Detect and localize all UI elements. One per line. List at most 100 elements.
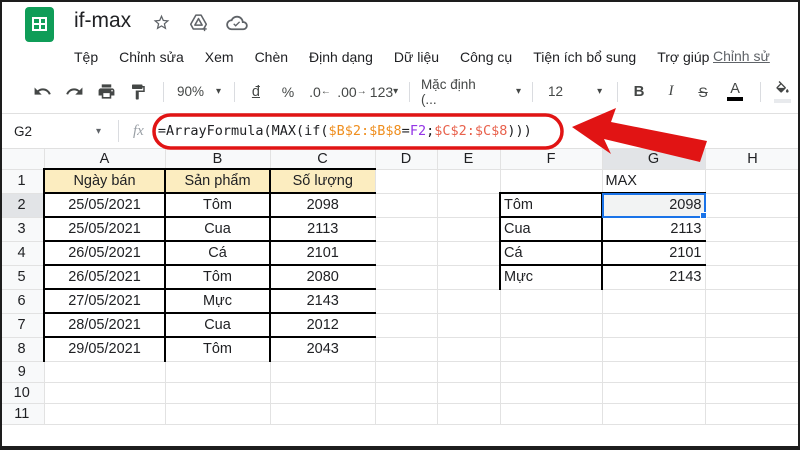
print-button[interactable] <box>92 78 120 106</box>
cell-H7[interactable] <box>705 313 800 338</box>
cell-G5[interactable]: 2143 <box>601 264 706 290</box>
cell-E8[interactable] <box>437 337 501 362</box>
cell-C6[interactable]: 2143 <box>269 288 376 314</box>
cell-H8[interactable] <box>705 337 800 362</box>
add-drive-shortcut-icon[interactable] <box>188 13 209 32</box>
col-header-C[interactable]: C <box>270 149 376 170</box>
cell-H11[interactable] <box>705 403 800 425</box>
col-header-D[interactable]: D <box>375 149 438 170</box>
cell-D4[interactable] <box>375 241 438 266</box>
decrease-decimal-button[interactable]: .0 ← <box>306 78 334 106</box>
col-header-A[interactable]: A <box>44 149 166 170</box>
cell-D1[interactable] <box>375 169 438 194</box>
cell-H1[interactable] <box>705 169 800 194</box>
row-header-1[interactable]: 1 <box>0 169 45 194</box>
row-header-7[interactable]: 7 <box>0 313 45 338</box>
cell-C4[interactable]: 2101 <box>269 240 376 266</box>
formula-input[interactable]: =ArrayFormula(MAX(if($B$2:$B$8=F2;$C$2:$… <box>158 123 532 139</box>
document-title[interactable]: if-max <box>74 9 131 33</box>
cell-G7[interactable] <box>602 313 706 338</box>
cell-H5[interactable] <box>705 265 800 290</box>
menu-tep[interactable]: Tệp <box>74 49 98 65</box>
cell-A9[interactable] <box>44 361 166 383</box>
col-header-B[interactable]: B <box>165 149 271 170</box>
last-edit-link[interactable]: Chỉnh sử <box>713 48 800 64</box>
cell-B7[interactable]: Cua <box>164 312 271 338</box>
cell-G2-selected[interactable]: 2098 <box>601 192 706 218</box>
italic-button[interactable]: I <box>657 78 685 106</box>
cell-E11[interactable] <box>437 403 501 425</box>
col-header-H[interactable]: H <box>705 149 800 170</box>
menu-chinh-sua[interactable]: Chỉnh sửa <box>119 49 184 65</box>
row-header-2[interactable]: 2 <box>0 193 45 218</box>
cell-A7[interactable]: 28/05/2021 <box>43 312 166 338</box>
cell-F9[interactable] <box>500 361 603 383</box>
zoom-select[interactable]: 90% ▾ <box>171 84 227 99</box>
cell-C10[interactable] <box>270 382 376 404</box>
cell-F3[interactable]: Cua <box>499 216 603 242</box>
row-header-11[interactable]: 11 <box>0 403 45 425</box>
cell-H9[interactable] <box>705 361 800 383</box>
fill-color-button[interactable] <box>768 78 796 106</box>
cell-H6[interactable] <box>705 289 800 314</box>
cell-H2[interactable] <box>705 193 800 218</box>
cell-F2[interactable]: Tôm <box>499 192 603 218</box>
row-header-3[interactable]: 3 <box>0 217 45 242</box>
fill-handle[interactable] <box>700 212 707 219</box>
cell-B10[interactable] <box>165 382 271 404</box>
cell-H3[interactable] <box>705 217 800 242</box>
cell-B9[interactable] <box>165 361 271 383</box>
strikethrough-button[interactable]: S <box>689 78 717 106</box>
increase-decimal-button[interactable]: .00 → <box>337 78 366 106</box>
row-header-9[interactable]: 9 <box>0 361 45 383</box>
cell-E4[interactable] <box>437 241 501 266</box>
cell-F6[interactable] <box>500 289 603 314</box>
cell-G4[interactable]: 2101 <box>601 240 706 266</box>
cell-A2[interactable]: 25/05/2021 <box>43 192 166 218</box>
col-header-G[interactable]: G <box>602 149 706 170</box>
menu-cong-cu[interactable]: Công cụ <box>460 49 512 65</box>
cell-B1[interactable]: Sản phẩm <box>164 168 271 194</box>
cell-D8[interactable] <box>375 337 438 362</box>
cell-D10[interactable] <box>375 382 438 404</box>
cell-F8[interactable] <box>500 337 603 362</box>
cell-B8[interactable]: Tôm <box>164 336 271 362</box>
name-box-caret-icon[interactable]: ▾ <box>96 126 116 137</box>
menu-xem[interactable]: Xem <box>205 49 234 65</box>
cell-B2[interactable]: Tôm <box>164 192 271 218</box>
bold-button[interactable]: B <box>625 78 653 106</box>
cell-D9[interactable] <box>375 361 438 383</box>
cell-G11[interactable] <box>602 403 706 425</box>
cell-C1[interactable]: Số lượng <box>269 168 376 194</box>
redo-button[interactable] <box>60 78 88 106</box>
row-header-10[interactable]: 10 <box>0 382 45 404</box>
cell-F5[interactable]: Mực <box>499 264 603 290</box>
cell-C7[interactable]: 2012 <box>269 312 376 338</box>
cell-C3[interactable]: 2113 <box>269 216 376 242</box>
cell-C5[interactable]: 2080 <box>269 264 376 290</box>
cell-B4[interactable]: Cá <box>164 240 271 266</box>
cell-A5[interactable]: 26/05/2021 <box>43 264 166 290</box>
cell-E1[interactable] <box>437 169 501 194</box>
cell-C8[interactable]: 2043 <box>269 336 376 362</box>
cell-D5[interactable] <box>375 265 438 290</box>
row-header-8[interactable]: 8 <box>0 337 45 362</box>
cell-A8[interactable]: 29/05/2021 <box>43 336 166 362</box>
cell-C2[interactable]: 2098 <box>269 192 376 218</box>
font-select[interactable]: Mặc định (... ▾ <box>417 77 525 107</box>
cell-C9[interactable] <box>270 361 376 383</box>
cell-F7[interactable] <box>500 313 603 338</box>
menu-chen[interactable]: Chèn <box>255 49 288 65</box>
cell-F1[interactable] <box>500 169 603 194</box>
cell-D6[interactable] <box>375 289 438 314</box>
cell-F11[interactable] <box>500 403 603 425</box>
cell-E6[interactable] <box>437 289 501 314</box>
cell-B6[interactable]: Mực <box>164 288 271 314</box>
row-header-6[interactable]: 6 <box>0 289 45 314</box>
col-header-F[interactable]: F <box>500 149 603 170</box>
col-header-E[interactable]: E <box>437 149 501 170</box>
cell-A11[interactable] <box>44 403 166 425</box>
cell-A4[interactable]: 26/05/2021 <box>43 240 166 266</box>
cell-G6[interactable] <box>602 289 706 314</box>
star-icon[interactable] <box>152 13 171 32</box>
